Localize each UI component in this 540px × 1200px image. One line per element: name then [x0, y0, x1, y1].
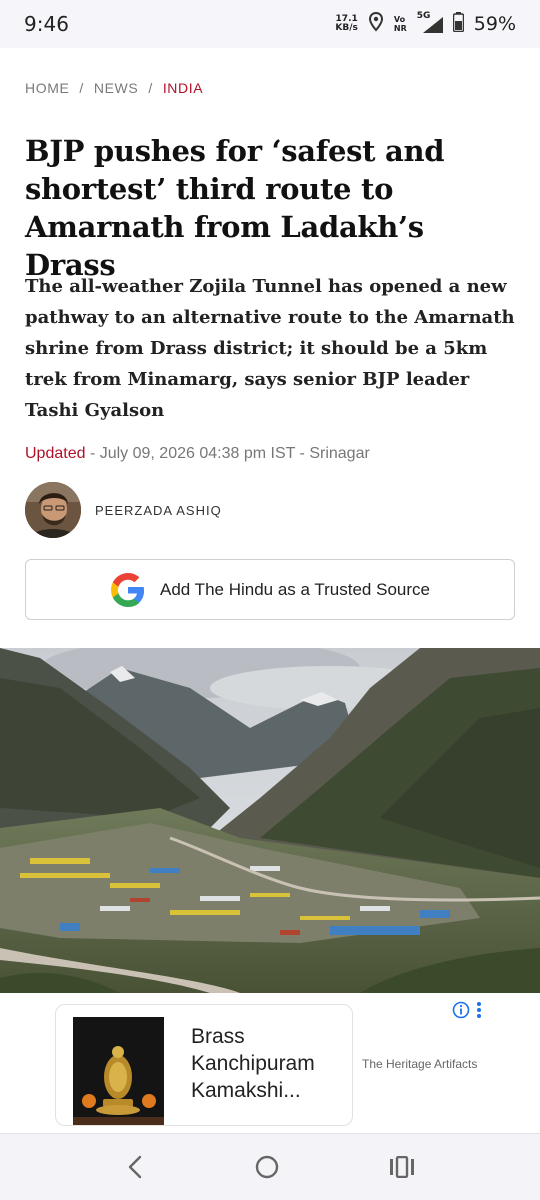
author-name[interactable]: PEERZADA ASHIQ: [95, 503, 222, 518]
recents-icon[interactable]: [389, 1156, 415, 1178]
volte-indicator: Vo NR: [394, 15, 407, 33]
advertisement[interactable]: Brass Kanchipuram Kamakshi... The Herita…: [0, 993, 540, 1133]
breadcrumb-separator: /: [148, 80, 153, 96]
add-trusted-source-button[interactable]: Add The Hindu as a Trusted Source: [25, 559, 515, 620]
breadcrumb: HOME / NEWS / INDIA: [25, 80, 203, 96]
author-avatar[interactable]: [25, 482, 81, 538]
location-icon: [368, 11, 384, 36]
home-icon[interactable]: [254, 1154, 280, 1180]
ad-title[interactable]: Brass Kanchipuram Kamakshi...: [191, 1023, 341, 1104]
back-icon[interactable]: [125, 1154, 145, 1180]
ad-card[interactable]: Brass Kanchipuram Kamakshi...: [55, 1004, 353, 1126]
breadcrumb-india[interactable]: INDIA: [163, 80, 203, 96]
battery-percentage: 59%: [473, 13, 516, 35]
article-hero-image[interactable]: [0, 648, 540, 993]
network-speed-unit: KB/s: [335, 23, 358, 33]
status-bar: 9:46 17.1 KB/s Vo NR 5G 59%: [0, 0, 540, 48]
article-summary: The all-weather Zojila Tunnel has opened…: [25, 276, 515, 421]
status-icons: 17.1 KB/s Vo NR 5G 59%: [335, 11, 516, 36]
author-byline[interactable]: PEERZADA ASHIQ: [25, 482, 222, 538]
breadcrumb-news[interactable]: NEWS: [94, 80, 138, 96]
system-navigation-bar: [0, 1133, 540, 1200]
updated-label: Updated: [25, 445, 86, 462]
updated-date: - July 09, 2026 04:38 pm IST - Srinagar: [85, 445, 370, 462]
ad-advertiser[interactable]: The Heritage Artifacts: [362, 1057, 477, 1071]
network-speed: 17.1 KB/s: [335, 15, 357, 33]
signal-icon: 5G: [417, 11, 443, 35]
battery-icon: [452, 12, 465, 36]
google-logo-icon: [110, 572, 146, 608]
breadcrumb-separator: /: [79, 80, 84, 96]
more-icon[interactable]: [476, 1001, 482, 1019]
volte-top: Vo: [393, 15, 406, 24]
status-time: 9:46: [24, 12, 69, 36]
volte-bottom: NR: [393, 24, 407, 33]
breadcrumb-home[interactable]: HOME: [25, 80, 69, 96]
ad-thumbnail[interactable]: [73, 1017, 164, 1125]
article-headline: BJP pushes for ‘safest and shortest’ thi…: [25, 134, 445, 282]
info-icon[interactable]: [452, 1001, 470, 1019]
trusted-source-label: Add The Hindu as a Trusted Source: [160, 579, 430, 599]
article-updated: Updated - July 09, 2026 04:38 pm IST - S…: [25, 445, 370, 463]
ad-controls: [452, 1001, 482, 1019]
